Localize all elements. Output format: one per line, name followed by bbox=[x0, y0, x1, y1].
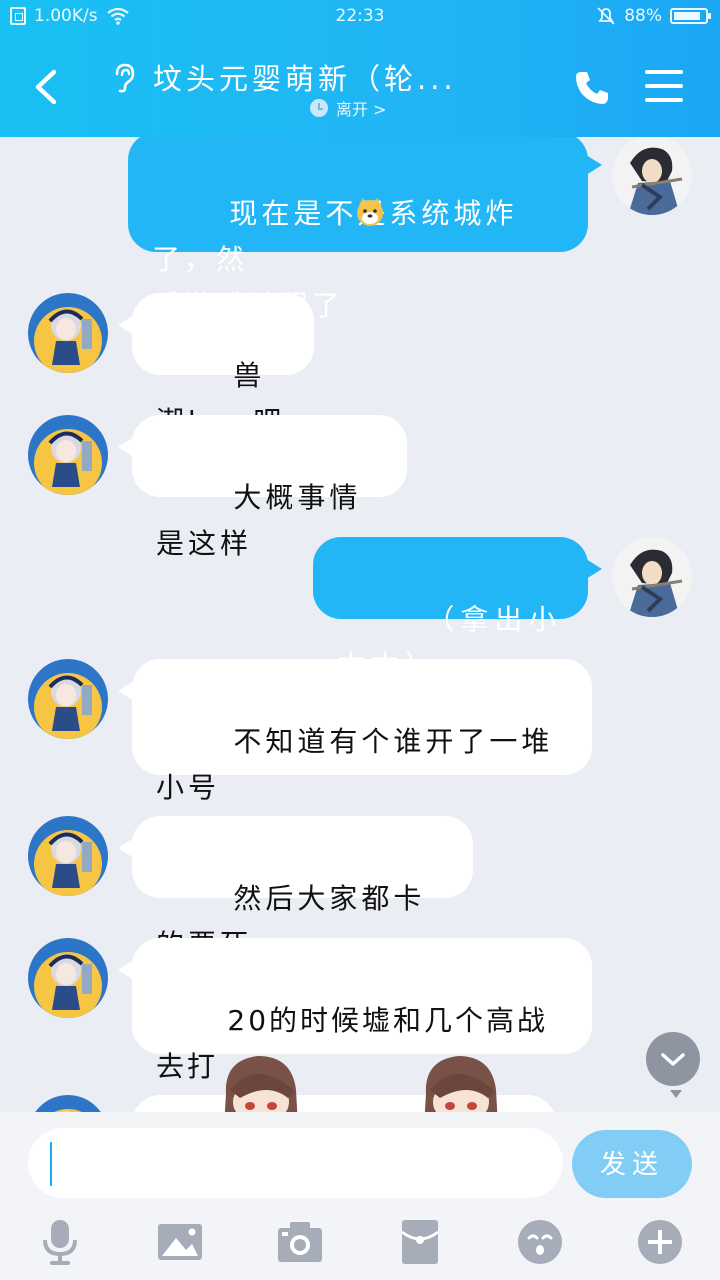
emoji-icon[interactable] bbox=[516, 1218, 564, 1266]
my-avatar[interactable] bbox=[612, 537, 692, 617]
incoming-bubble[interactable]: 兽潮bug吧 bbox=[132, 293, 314, 438]
mute-bell-icon bbox=[597, 7, 615, 25]
my-avatar[interactable] bbox=[612, 137, 692, 215]
contact-avatar[interactable] bbox=[28, 816, 108, 896]
status-bar-right: 88% bbox=[596, 6, 711, 26]
composer-bar: 发送 bbox=[0, 1112, 720, 1280]
contact-avatar[interactable] bbox=[28, 415, 108, 495]
incoming-bubble[interactable]: 然后大家都卡的要死 bbox=[132, 816, 473, 961]
chat-header: 1.00K/s 22:33 88% 坟头元婴萌新（轮... 离开 > bbox=[0, 0, 720, 137]
contact-avatar[interactable] bbox=[28, 1095, 108, 1112]
contact-avatar[interactable] bbox=[28, 293, 108, 373]
incoming-bubble[interactable]: 不知道有个谁开了一堆小号 挂鱼 bbox=[132, 659, 592, 850]
battery-percent: 88% bbox=[624, 6, 662, 26]
presence-label: 离开 > bbox=[336, 100, 387, 119]
send-button[interactable]: 发送 bbox=[572, 1130, 692, 1198]
incoming-bubble[interactable]: 20的时候墟和几个高战去打 boss bbox=[132, 938, 592, 1112]
outgoing-bubble[interactable]: 现在是不是系统城炸了，然 后游戏关服了 bbox=[128, 137, 588, 322]
message-input[interactable] bbox=[28, 1128, 563, 1198]
text-cursor bbox=[50, 1142, 52, 1186]
clock-icon bbox=[310, 99, 328, 117]
plus-icon[interactable] bbox=[636, 1218, 684, 1266]
contact-avatar[interactable] bbox=[28, 659, 108, 739]
image-icon[interactable] bbox=[156, 1218, 204, 1266]
message-list[interactable]: 现在是不是系统城炸了，然 后游戏关服了 bbox=[0, 137, 720, 1112]
outgoing-bubble[interactable]: （拿出小本本） bbox=[313, 537, 588, 682]
scroll-to-bottom-button[interactable] bbox=[646, 1032, 700, 1098]
microphone-icon[interactable] bbox=[36, 1218, 84, 1266]
dog-emoji-icon bbox=[357, 198, 383, 226]
chat-title[interactable]: 坟头元婴萌新（轮... bbox=[153, 56, 457, 98]
camera-icon[interactable] bbox=[276, 1218, 324, 1266]
back-button[interactable] bbox=[28, 62, 68, 112]
chevron-down-icon bbox=[661, 1053, 685, 1066]
incoming-bubble[interactable]: 大概事情是这样 bbox=[132, 415, 407, 560]
menu-icon[interactable] bbox=[645, 68, 683, 104]
ear-icon[interactable] bbox=[110, 62, 138, 94]
contact-avatar[interactable] bbox=[28, 938, 108, 1018]
phone-icon[interactable] bbox=[572, 68, 612, 108]
battery-icon bbox=[670, 8, 711, 24]
red-packet-icon[interactable] bbox=[396, 1218, 444, 1266]
presence-status[interactable]: 离开 > bbox=[310, 96, 387, 120]
